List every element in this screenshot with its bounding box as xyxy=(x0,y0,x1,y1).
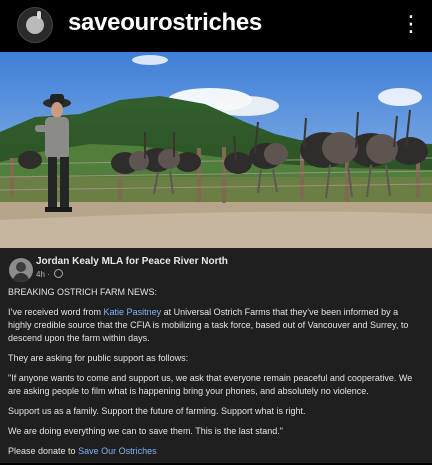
ostrich-farm-photo xyxy=(0,52,432,248)
author-avatar[interactable] xyxy=(9,258,33,282)
post-photo xyxy=(0,52,432,249)
paragraph-4: Support us as a family. Support the futu… xyxy=(8,406,306,416)
post-card: Jordan Kealy MLA for Peace River North 4… xyxy=(0,248,432,463)
more-vertical-icon[interactable]: ⋮ xyxy=(400,12,422,36)
profile-header: saveourostriches ⋮ xyxy=(0,0,432,48)
paragraph-5: We are doing everything we can to save t… xyxy=(8,426,284,436)
post-meta: 4h · xyxy=(36,269,64,279)
post-time: 4h xyxy=(36,270,45,279)
ostrich-logo-icon xyxy=(26,11,44,34)
separator: · xyxy=(47,270,50,279)
author-name[interactable]: Jordan Kealy MLA for Peace River North xyxy=(36,256,228,267)
public-globe-icon xyxy=(54,269,64,278)
paragraph-1-before: I’ve received word from xyxy=(8,307,104,317)
paragraph-1: I’ve received word from Katie Pasitney a… xyxy=(8,306,424,345)
account-avatar[interactable] xyxy=(17,7,53,43)
paragraph-2: They are asking for public support as fo… xyxy=(8,353,189,363)
katie-pasitney-link[interactable]: Katie Pasitney xyxy=(104,307,162,317)
donate-line: Please donate to Save Our Ostriches xyxy=(8,445,424,458)
post-body: BREAKING OSTRICH FARM NEWS: I’ve receive… xyxy=(8,286,424,465)
save-our-ostriches-link[interactable]: Save Our Ostriches xyxy=(78,446,157,456)
account-name[interactable]: saveourostriches xyxy=(68,9,262,37)
donate-prefix: Please donate to xyxy=(8,446,79,456)
post-heading: BREAKING OSTRICH FARM NEWS: xyxy=(8,287,158,297)
paragraph-3: "If anyone wants to come and support us,… xyxy=(8,373,413,396)
